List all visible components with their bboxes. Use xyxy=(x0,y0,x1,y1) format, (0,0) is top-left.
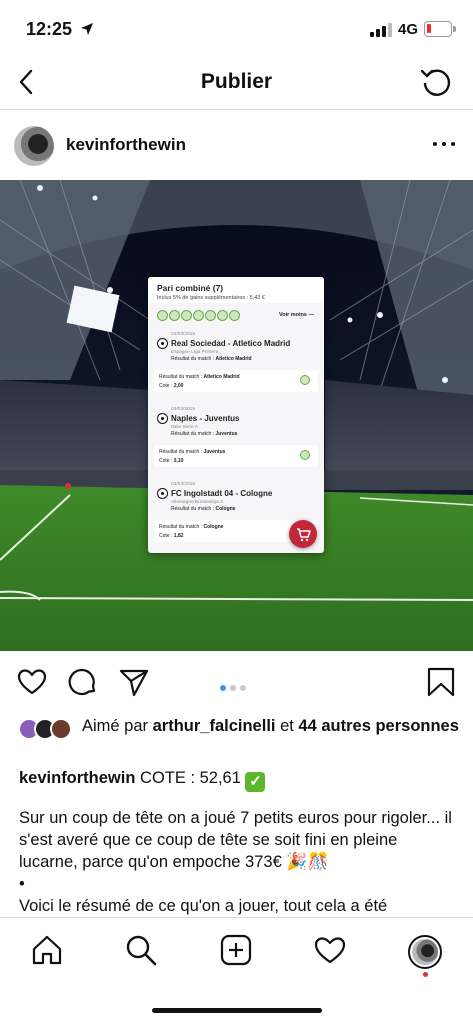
top-nav: Publier xyxy=(0,56,473,110)
post-image[interactable]: Pari combiné (7) Inclus 5% de gains supp… xyxy=(0,180,473,651)
share-send-icon[interactable] xyxy=(118,666,150,698)
likes-summary: Aimé par arthur_falcinelli et 44 autres … xyxy=(0,713,473,757)
post-header: kevinforthewin xyxy=(0,120,473,174)
bet-slip-card: Pari combiné (7) Inclus 5% de gains supp… xyxy=(148,277,324,553)
match-pick-label: Résultat du match : xyxy=(171,506,216,512)
odds-cote-value: 2,00 xyxy=(173,383,184,389)
match-pick-value: Cologne xyxy=(215,506,236,512)
won-check-icon xyxy=(300,375,310,385)
likes-text[interactable]: Aimé par arthur_falcinelli et 44 autres … xyxy=(82,715,462,737)
bet-slip-bonus: Inclus 5% de gains supplémentaires : 5,4… xyxy=(157,295,265,301)
caption-text: COTE : 52,61 xyxy=(135,769,246,787)
odds-result-label: Résultat du match : xyxy=(159,374,204,380)
carousel-dot xyxy=(220,685,226,691)
liker-avatars[interactable] xyxy=(18,718,78,740)
match-odds-box: Résultat du match : Atletico Madrid Cote… xyxy=(154,370,318,392)
cart-button[interactable] xyxy=(289,520,317,548)
more-horizontal-icon[interactable] xyxy=(429,132,459,156)
page-title: Publier xyxy=(200,70,273,93)
bookmark-icon[interactable] xyxy=(425,666,457,698)
avatar[interactable] xyxy=(14,126,54,166)
home-icon[interactable] xyxy=(30,933,64,967)
refresh-icon[interactable] xyxy=(419,65,453,99)
likes-others[interactable]: 44 autres personnes xyxy=(298,717,459,735)
match-name: Naples - Juventus xyxy=(171,414,240,423)
comment-icon[interactable] xyxy=(67,666,99,698)
bet-match: 03/03/2019 Real Sociedad - Atletico Madr… xyxy=(154,332,318,392)
odds-result-label: Résultat du match : xyxy=(159,524,204,530)
bet-match: 03/03/2019 Naples - Juventus Italie Seri… xyxy=(154,407,318,467)
odds-result-value: Juventus xyxy=(203,449,226,455)
bet-progress-icons xyxy=(157,310,241,322)
caption-username[interactable]: kevinforthewin xyxy=(19,769,135,787)
football-icon xyxy=(157,488,168,499)
network-type: 4G xyxy=(398,21,419,38)
search-icon[interactable] xyxy=(124,933,158,967)
status-time: 12:25 xyxy=(26,19,73,39)
odds-result-value: Cologne xyxy=(203,524,224,530)
bet-slip-header: Pari combiné (7) Inclus 5% de gains supp… xyxy=(148,277,324,303)
caption-bullet: • xyxy=(19,875,25,893)
carousel-dot xyxy=(230,685,236,691)
odds-result-value: Atletico Madrid xyxy=(203,374,240,380)
cart-icon xyxy=(297,528,311,542)
add-post-icon[interactable] xyxy=(219,933,253,967)
party-emoji-icon: 🎉🎊 xyxy=(286,852,329,871)
football-icon xyxy=(157,413,168,424)
cellular-signal-icon xyxy=(370,23,392,37)
location-arrow-icon xyxy=(81,23,93,35)
odds-cote-label: Cote : xyxy=(159,458,174,464)
post-caption: kevinforthewin COTE : 52,61 ✓ xyxy=(19,767,459,792)
bet-slip-title: Pari combiné (7) xyxy=(157,283,224,293)
carousel-dot xyxy=(240,685,246,691)
match-pick-value: Atletico Madrid xyxy=(215,356,252,362)
caption-body: Sur un coup de tête on a joué 7 petits e… xyxy=(19,807,459,917)
carousel-indicator xyxy=(220,678,250,691)
match-pick: Résultat du match : Cologne xyxy=(154,506,318,512)
post-actions xyxy=(0,660,473,704)
post-username[interactable]: kevinforthewin xyxy=(66,135,186,155)
odds-cote-value: 3,10 xyxy=(173,458,184,464)
match-pick-label: Résultat du match : xyxy=(171,431,216,437)
like-heart-icon[interactable] xyxy=(16,666,48,698)
toggle-details-link[interactable]: Voir moins — xyxy=(279,312,314,318)
caption-paragraph-2: Voici le résumé de ce qu'on a jouer, tou… xyxy=(19,897,388,915)
match-date: 03/03/2019 xyxy=(171,332,196,337)
match-date: 03/03/2019 xyxy=(171,482,196,487)
odds-cote-label: Cote : xyxy=(159,383,174,389)
status-bar: 12:25 4G xyxy=(0,0,473,56)
notification-dot xyxy=(423,972,428,977)
won-check-icon xyxy=(300,450,310,460)
check-emoji-icon: ✓ xyxy=(245,772,266,792)
odds-cote-value: 1,82 xyxy=(173,533,184,539)
activity-heart-icon[interactable] xyxy=(313,933,347,967)
match-name: FC Ingolstadt 04 - Cologne xyxy=(171,489,273,498)
match-odds-box: Résultat du match : Juventus Cote : 3,10 xyxy=(154,445,318,467)
likes-mid: et xyxy=(275,717,299,735)
caption-paragraph-1: Sur un coup de tête on a joué 7 petits e… xyxy=(19,809,452,871)
match-pick-label: Résultat du match : xyxy=(171,356,216,362)
home-indicator xyxy=(152,1008,322,1013)
liker-username[interactable]: arthur_falcinelli xyxy=(153,717,276,735)
match-name: Real Sociedad - Atletico Madrid xyxy=(171,339,291,348)
likes-prefix: Aimé par xyxy=(82,717,153,735)
match-league: Italie Serie A xyxy=(171,425,198,430)
match-league: Allemagne Bundesliga 2 xyxy=(171,500,223,505)
battery-icon xyxy=(424,21,456,37)
match-date: 03/03/2019 xyxy=(171,407,196,412)
match-pick-value: Juventus xyxy=(215,431,238,437)
profile-avatar[interactable] xyxy=(408,935,442,969)
odds-result-label: Résultat du match : xyxy=(159,449,204,455)
odds-cote-label: Cote : xyxy=(159,533,174,539)
match-pick: Résultat du match : Juventus xyxy=(154,431,318,437)
match-league: Espagne Liga Primera xyxy=(171,350,219,355)
match-pick: Résultat du match : Atletico Madrid xyxy=(154,356,318,362)
football-icon xyxy=(157,338,168,349)
